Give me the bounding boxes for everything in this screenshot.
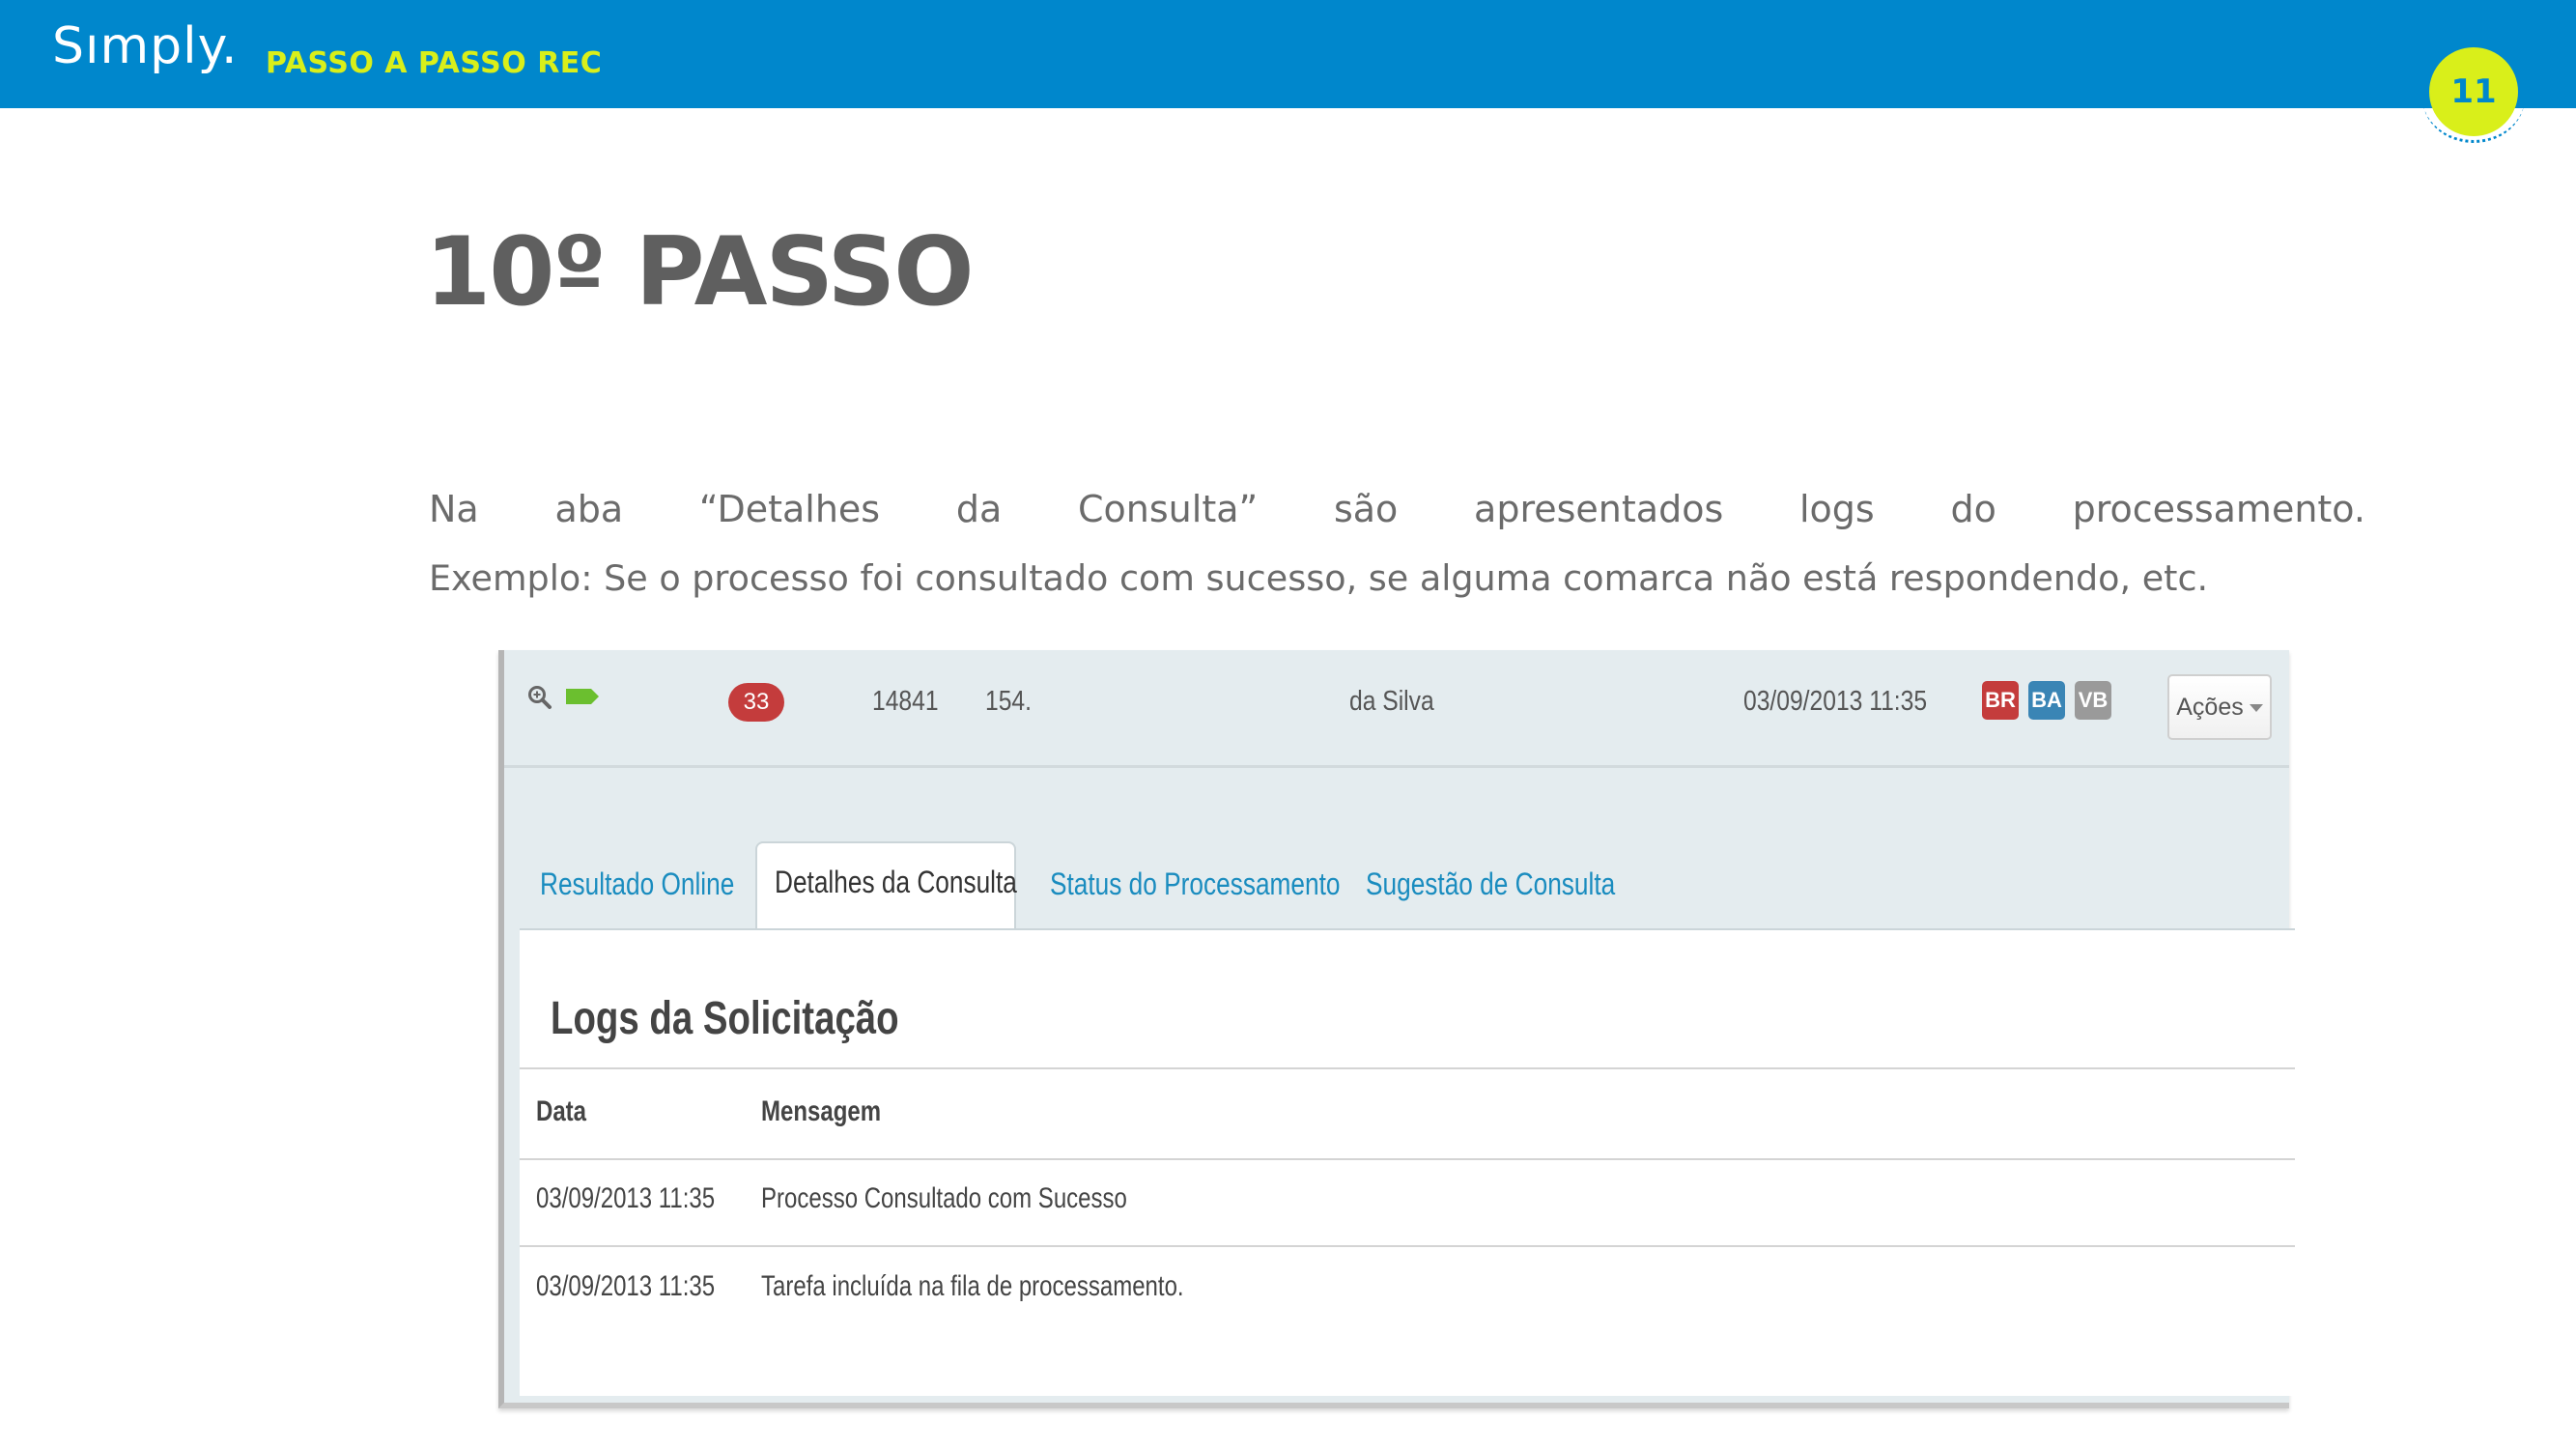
count-badge: 33 [728, 683, 784, 722]
process-row[interactable]: 33 14841 154. da Silva 03/09/2013 11:35 … [504, 650, 2289, 768]
paragraph-word: aba [554, 488, 624, 530]
paragraph-word: da [955, 488, 1003, 530]
paragraph-word: Consulta” [1078, 488, 1259, 530]
log-message: Tarefa incluída na fila de processamento… [761, 1270, 1184, 1302]
divider [520, 1245, 2295, 1247]
log-message: Processo Consultado com Sucesso [761, 1182, 1127, 1214]
embedded-screenshot: 33 14841 154. da Silva 03/09/2013 11:35 … [498, 650, 2295, 1408]
paragraph-word: Na [429, 488, 479, 530]
step-title: 10º PASSO [425, 217, 975, 327]
paragraph-word: do [1950, 488, 1996, 530]
column-header-mensagem: Mensagem [761, 1095, 882, 1127]
actions-dropdown-button[interactable]: Ações [2167, 674, 2272, 740]
process-number: 154. [985, 686, 1032, 717]
log-date: 03/09/2013 11:35 [536, 1270, 716, 1302]
paragraph-line-2: Exemplo: Se o processo foi consultado co… [429, 557, 2209, 599]
description-paragraph: Na aba “Detalhes da Consulta” são aprese… [429, 475, 2365, 612]
divider [520, 1158, 2295, 1160]
log-date: 03/09/2013 11:35 [536, 1182, 716, 1214]
process-id: 14841 [872, 686, 939, 717]
header-subtitle: PASSO A PASSO REC [266, 46, 603, 80]
tab-sugestao-de-consulta[interactable]: Sugestão de Consulta [1366, 867, 1615, 902]
chevron-down-icon [2249, 704, 2263, 713]
brand-dot: . [220, 17, 239, 75]
paragraph-line-1: Na aba “Detalhes da Consulta” são aprese… [429, 475, 2365, 544]
header-bar: Sımply. PASSO A PASSO REC [0, 0, 2576, 108]
label-ba: BA [2028, 681, 2065, 720]
logs-title: Logs da Solicitação [551, 993, 899, 1044]
logs-panel: Logs da Solicitação Data Mensagem 03/09/… [520, 928, 2295, 1396]
tab-status-do-processamento[interactable]: Status do Processamento [1050, 867, 1340, 902]
divider [520, 1067, 2295, 1069]
paragraph-word: são [1333, 488, 1399, 530]
tag-icon[interactable] [566, 687, 601, 706]
tab-resultado-online[interactable]: Resultado Online [540, 867, 734, 902]
tab-detalhes-da-consulta[interactable]: Detalhes da Consulta [755, 841, 1017, 930]
brand-logo: Sımply. [52, 17, 238, 75]
zoom-icon[interactable] [527, 685, 552, 710]
paragraph-word: logs [1799, 488, 1875, 530]
actions-label: Ações [2176, 694, 2244, 721]
column-header-data: Data [536, 1095, 587, 1127]
process-datetime: 03/09/2013 11:35 [1743, 686, 1928, 717]
party-name: da Silva [1349, 686, 1434, 717]
label-vb: VB [2075, 681, 2111, 720]
paragraph-word: apresentados [1474, 488, 1724, 530]
page-number-badge: 11 [2429, 47, 2518, 136]
paragraph-word: processamento. [2072, 488, 2365, 530]
label-br: BR [1982, 681, 2019, 720]
tab-label: Detalhes da Consulta [775, 865, 1017, 899]
brand-text: Sımply [52, 17, 221, 75]
paragraph-word: “Detalhes [698, 488, 881, 530]
